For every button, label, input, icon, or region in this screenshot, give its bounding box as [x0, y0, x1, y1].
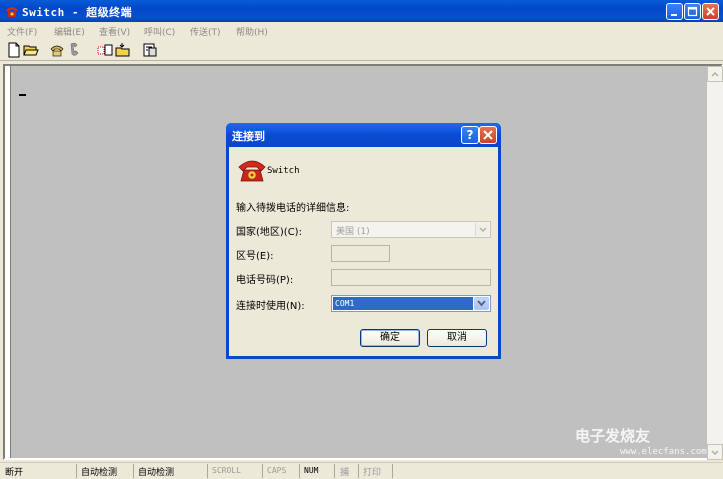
status-separator — [76, 464, 77, 478]
maximize-icon — [687, 6, 698, 17]
status-separator — [207, 464, 208, 478]
scroll-down-button[interactable] — [707, 444, 723, 460]
maximize-button[interactable] — [684, 3, 701, 20]
status-capture: 捕 — [340, 468, 350, 478]
scroll-up-button[interactable] — [707, 66, 723, 82]
phone-number-label: 电话号码(P): — [236, 275, 294, 286]
country-dropdown-button — [475, 223, 489, 236]
status-print: 打印 — [363, 468, 382, 478]
hyperterminal-icon — [6, 7, 18, 17]
watermark-url: www.elecfans.com — [620, 447, 707, 457]
menu-transfer[interactable]: 传送(T) — [190, 25, 221, 38]
status-separator — [299, 464, 300, 478]
status-separator — [133, 464, 134, 478]
send-icon[interactable] — [97, 42, 113, 58]
area-code-label: 区号(E): — [236, 251, 274, 262]
menu-file[interactable]: 文件(F) — [7, 25, 37, 38]
new-icon[interactable] — [6, 42, 22, 58]
disconnect-icon[interactable] — [67, 42, 83, 58]
status-separator — [262, 464, 263, 478]
minimize-button[interactable] — [666, 3, 683, 20]
menu-bar: 文件(F) 编辑(E) 查看(V) 呼叫(C) 传送(T) 帮助(H) — [0, 22, 723, 39]
ok-button[interactable]: 确定 — [360, 329, 420, 347]
phone-number-input — [331, 269, 491, 286]
close-button[interactable] — [702, 3, 719, 20]
menu-call[interactable]: 呼叫(C) — [144, 25, 175, 38]
dialog-prompt: 输入待拨电话的详细信息: — [236, 203, 350, 214]
menu-help[interactable]: 帮助(H) — [236, 25, 268, 38]
receive-icon[interactable] — [115, 42, 131, 58]
status-bar: 断开 自动检测 自动检测 SCROLL CAPS NUM 捕 打印 — [0, 462, 723, 479]
connect-icon[interactable] — [49, 42, 65, 58]
window-title: Switch - 超级终端 — [22, 6, 133, 19]
dialog-title-bar: 连接到 ? — [226, 123, 501, 147]
toolbar — [0, 39, 723, 61]
status-connection: 断开 — [5, 468, 24, 478]
menu-edit[interactable]: 编辑(E) — [54, 25, 85, 38]
connect-using-select[interactable]: COM1 — [331, 295, 491, 312]
status-caps: CAPS — [267, 466, 287, 475]
cancel-button[interactable]: 取消 — [427, 329, 487, 347]
open-icon[interactable] — [23, 42, 39, 58]
chevron-down-icon — [477, 300, 486, 307]
status-scroll: SCROLL — [212, 466, 241, 475]
status-separator — [334, 464, 335, 478]
scroll-down-icon — [711, 450, 719, 456]
status-num: NUM — [304, 466, 319, 475]
minimize-icon — [671, 14, 677, 16]
connect-using-label: 连接时使用(N): — [236, 301, 305, 312]
title-bar: Switch - 超级终端 — [0, 0, 723, 22]
dialog-close-button[interactable] — [479, 126, 497, 144]
chevron-down-icon — [479, 227, 487, 233]
connect-using-dropdown-button[interactable] — [474, 297, 489, 310]
properties-icon[interactable] — [142, 42, 158, 58]
status-detect-1: 自动检测 — [81, 468, 118, 478]
connect-using-value: COM1 — [333, 297, 473, 310]
status-detect-2: 自动检测 — [138, 468, 175, 478]
scroll-up-icon — [711, 71, 719, 77]
area-code-input — [331, 245, 390, 262]
status-separator — [392, 464, 393, 478]
menu-view[interactable]: 查看(V) — [99, 25, 130, 38]
country-select: 美国 (1) — [331, 221, 491, 238]
dialog-help-button[interactable]: ? — [461, 126, 479, 144]
close-icon — [483, 130, 493, 140]
country-label: 国家(地区)(C): — [236, 227, 302, 238]
watermark-logo: 电子发烧友 — [575, 427, 651, 445]
connect-to-dialog: 连接到 ? Switch 输入待拨电话的详细信息: 国家(地区)(C): 美国 … — [226, 123, 501, 359]
phone-icon — [238, 160, 266, 182]
dialog-body: Switch 输入待拨电话的详细信息: 国家(地区)(C): 美国 (1) 区号… — [229, 147, 498, 356]
connection-name: Switch — [267, 166, 300, 176]
vertical-scrollbar[interactable] — [707, 66, 723, 460]
country-value: 美国 (1) — [336, 227, 370, 237]
terminal-cursor — [19, 94, 26, 96]
close-icon — [706, 7, 715, 16]
status-separator — [358, 464, 359, 478]
dialog-title: 连接到 — [232, 130, 265, 143]
